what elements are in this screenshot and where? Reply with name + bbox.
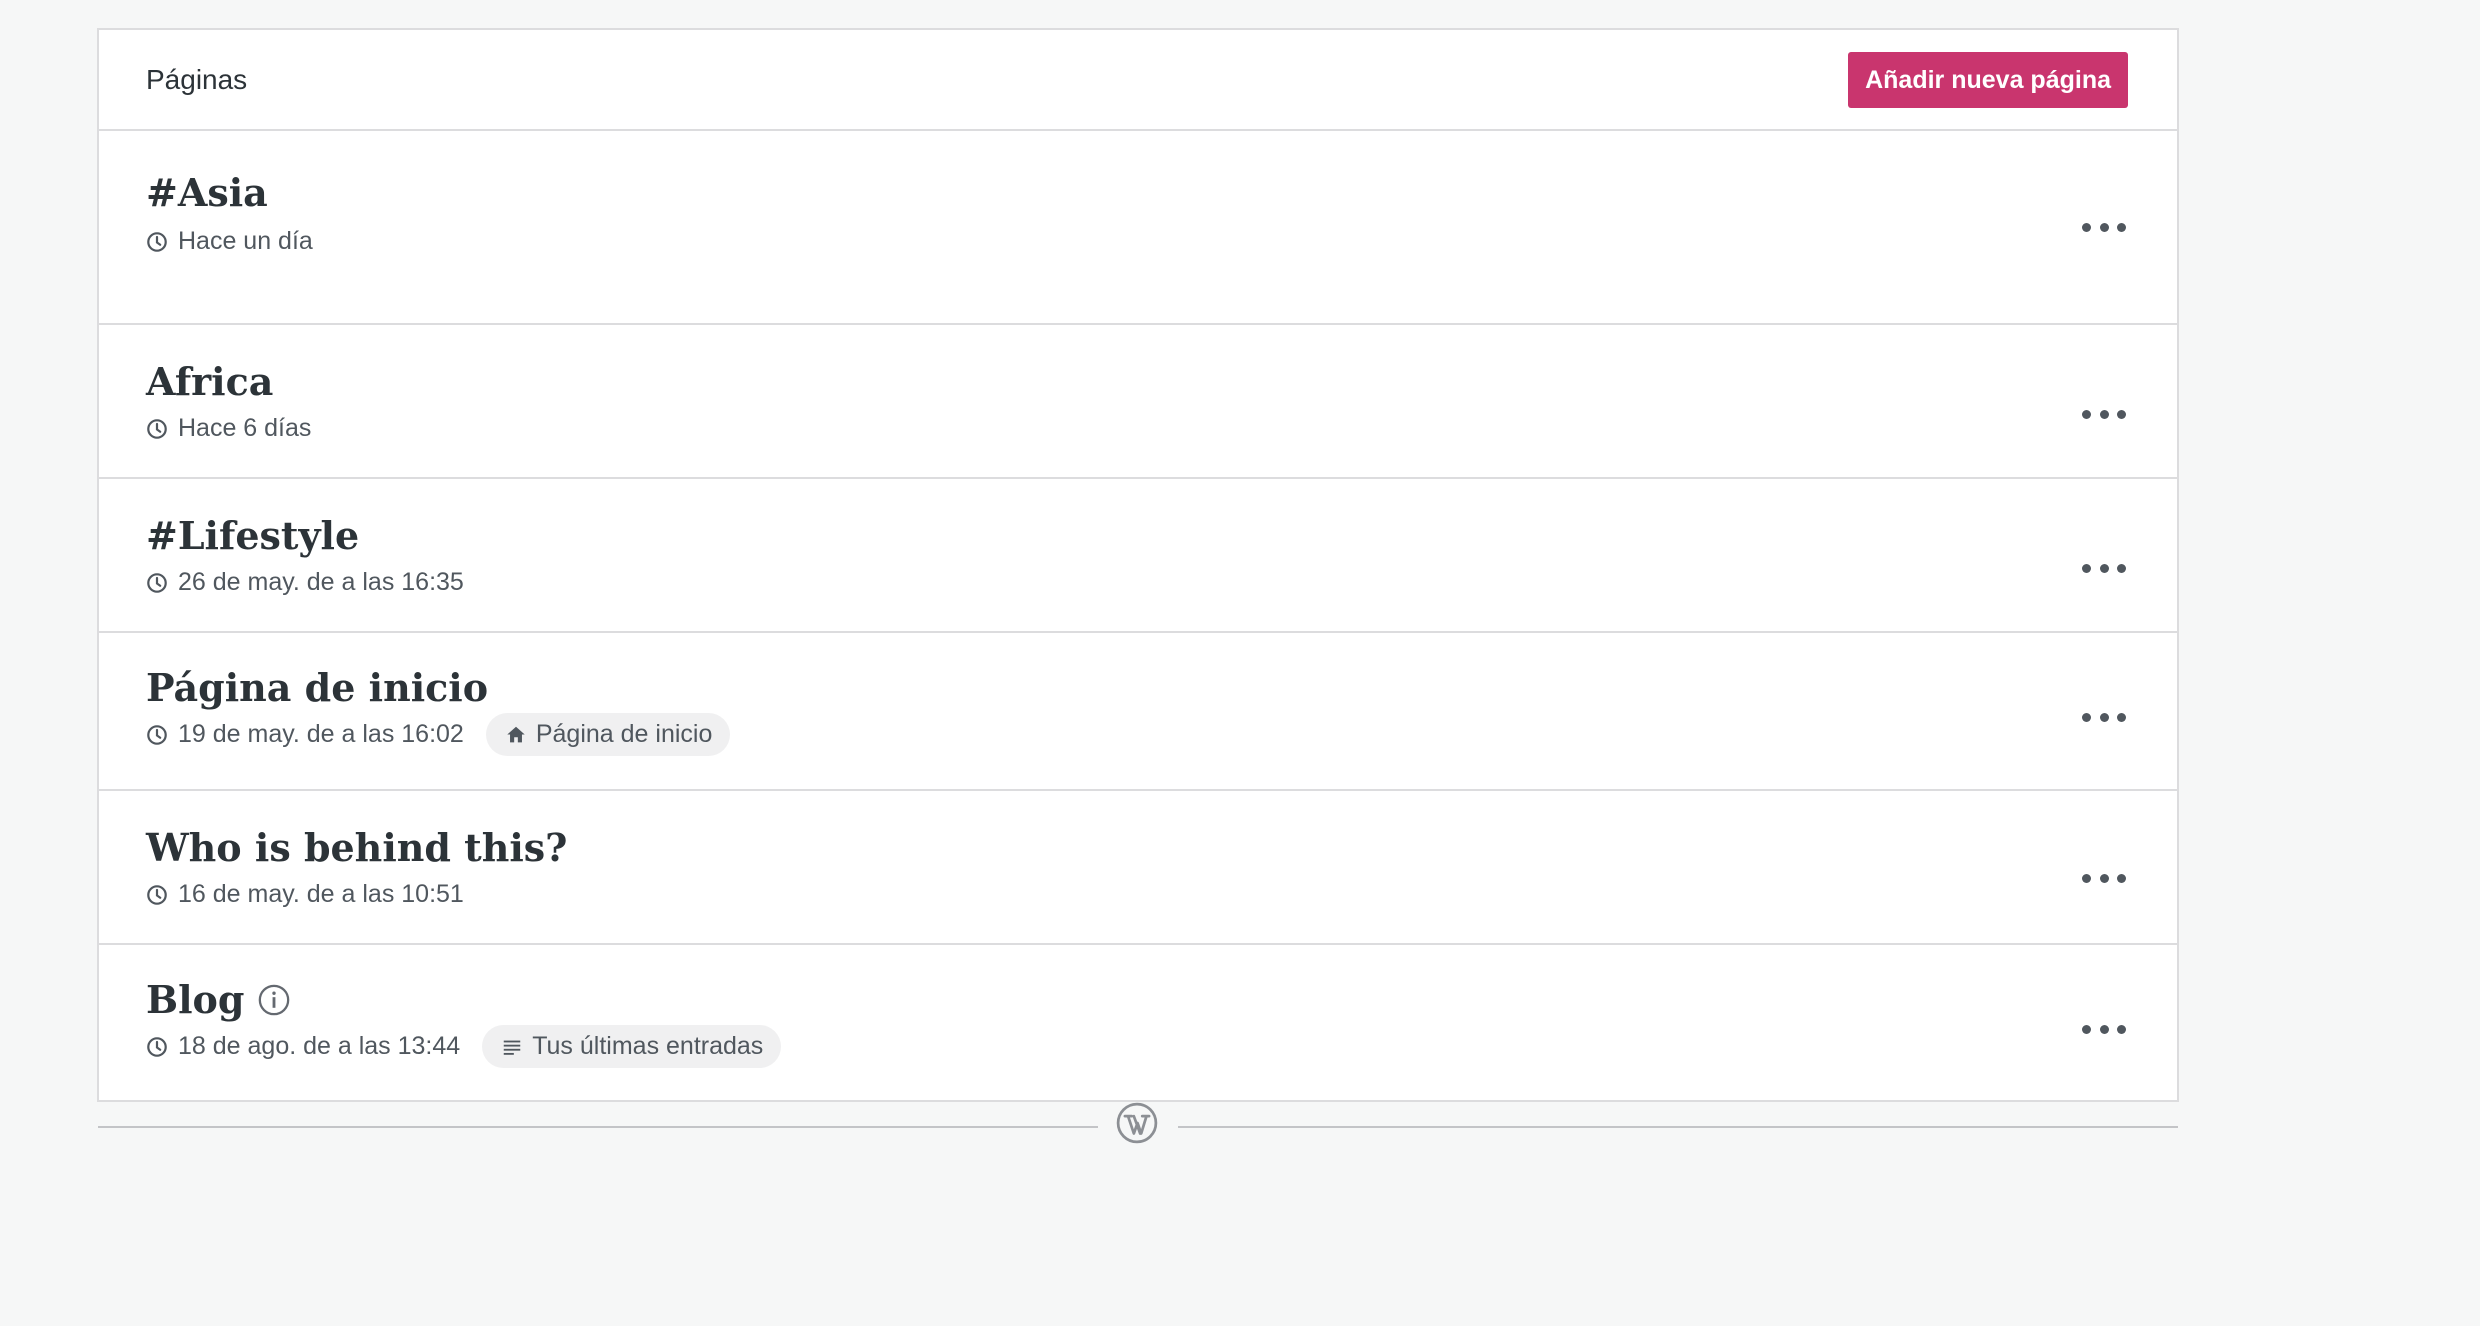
page-row-title[interactable]: Página de inicio (146, 665, 488, 710)
clock-icon (147, 418, 167, 439)
page-row-more-button[interactable] (2082, 868, 2126, 888)
info-icon[interactable] (257, 983, 291, 1017)
page-row-title[interactable]: #Asia (146, 170, 268, 215)
page-row-title[interactable]: Africa (146, 359, 273, 404)
page-row-meta: 26 de may. de a las 16:35 (146, 568, 464, 597)
page-row-more-button[interactable] (2082, 404, 2126, 424)
pages-header: Páginas Añadir nueva página (99, 30, 2177, 131)
page-row-title-text: Blog (146, 977, 245, 1022)
page-row-meta: 19 de may. de a las 16:02 Página de inic… (146, 713, 731, 756)
page-row-date: Hace un día (178, 227, 313, 255)
page-row-date: 16 de may. de a las 10:51 (178, 880, 464, 908)
pages-panel: Páginas Añadir nueva página #Asia Hace u… (97, 28, 2179, 1102)
page-row-title[interactable]: Blog (146, 977, 291, 1022)
footer-divider-left (98, 1126, 1098, 1128)
page-row-title-text: Página de inicio (146, 665, 489, 710)
page-row-more-button[interactable] (2082, 707, 2126, 727)
page-row-meta: 16 de may. de a las 10:51 (146, 880, 464, 909)
page-row[interactable]: Who is behind this? 16 de may. de a las … (99, 791, 2177, 945)
clock-icon (147, 572, 167, 593)
page-row-date: 19 de may. de a las 16:02 (178, 720, 464, 748)
badge-label: Tus últimas entradas (532, 1032, 764, 1060)
page-row-title[interactable]: Who is behind this? (146, 825, 567, 870)
latest-posts-badge: Tus últimas entradas (482, 1025, 782, 1068)
clock-icon (147, 1036, 167, 1057)
page-title: Páginas (146, 63, 248, 95)
wordpress-logo-icon (1116, 1102, 1158, 1144)
page-row-title-text: #Lifestyle (146, 513, 360, 558)
page-row-title-text: #Asia (146, 170, 268, 215)
page-row[interactable]: #Lifestyle 26 de may. de a las 16:35 (99, 479, 2177, 633)
page-row-more-button[interactable] (2082, 217, 2126, 237)
page-row[interactable]: #Asia Hace un día (99, 131, 2177, 325)
page-row-meta: 18 de ago. de a las 13:44 Tus últimas en… (146, 1025, 782, 1068)
page-row-date: 18 de ago. de a las 13:44 (178, 1032, 461, 1060)
badge-label: Página de inicio (535, 720, 713, 748)
add-new-page-button[interactable]: Añadir nueva página (1848, 51, 2128, 108)
page-row-meta: Hace 6 días (146, 414, 311, 443)
posts-list-icon (503, 1040, 521, 1055)
page-row-date: Hace 6 días (178, 414, 312, 442)
footer-divider-right (1178, 1126, 2178, 1128)
clock-icon (147, 884, 167, 905)
page-row[interactable]: Página de inicio 19 de may. de a las 16:… (99, 633, 2177, 791)
clock-icon (147, 724, 167, 745)
page-row[interactable]: Africa Hace 6 días (99, 325, 2177, 479)
page-row[interactable]: Blog 18 de ago. de a las 13:44 Tus últim… (99, 945, 2177, 1100)
page-row-title-text: Africa (146, 359, 274, 404)
home-icon (507, 726, 525, 742)
page-row-meta: Hace un día (146, 227, 313, 256)
page-row-more-button[interactable] (2082, 1019, 2126, 1039)
page-row-title[interactable]: #Lifestyle (146, 513, 359, 558)
homepage-badge: Página de inicio (485, 713, 731, 756)
page-row-title-text: Who is behind this? (146, 825, 568, 870)
clock-icon (147, 231, 167, 252)
page-row-more-button[interactable] (2082, 558, 2126, 578)
page-row-date: 26 de may. de a las 16:35 (178, 568, 464, 596)
